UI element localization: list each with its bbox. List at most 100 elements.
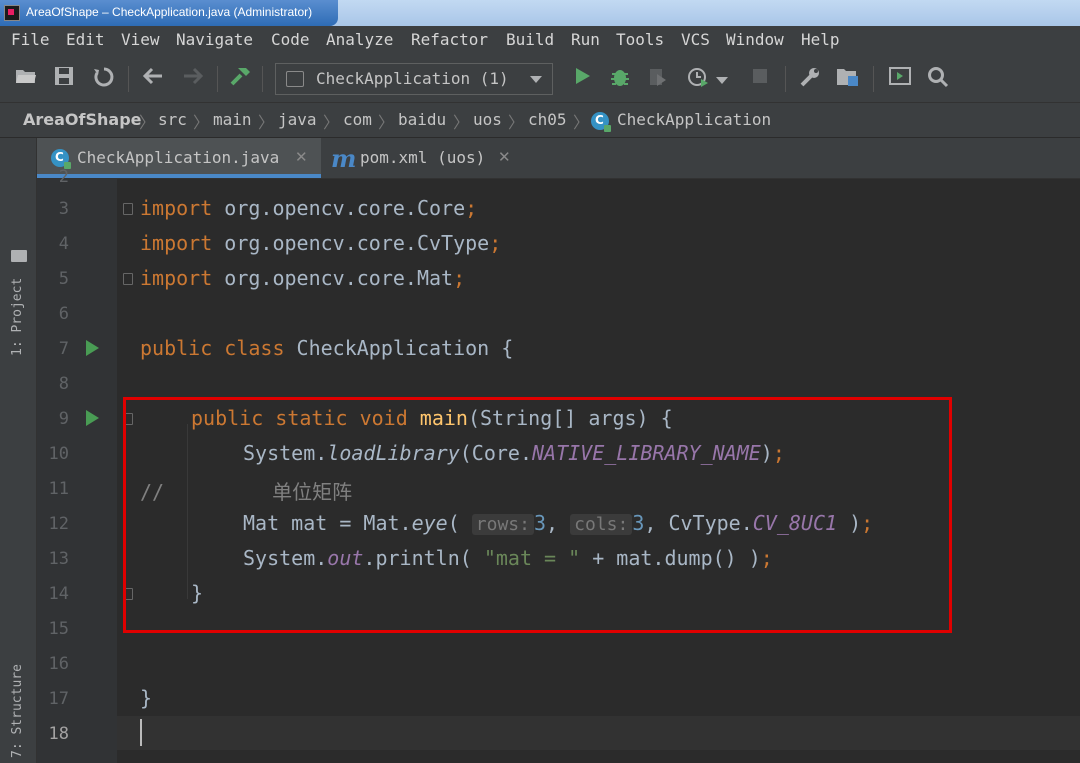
editor-gutter xyxy=(37,179,117,763)
chevron-right-icon: 〉 xyxy=(453,113,470,132)
chevron-right-icon: 〉 xyxy=(573,113,590,132)
run-main-gutter-icon[interactable] xyxy=(86,410,99,426)
annotation-highlight-box xyxy=(123,397,952,633)
window-title-bar: AreaOfShape – CheckApplication.java (Adm… xyxy=(0,0,1080,26)
chevron-right-icon: 〉 xyxy=(139,113,156,132)
close-icon[interactable]: ✕ xyxy=(295,148,308,166)
line-number: 3 xyxy=(58,199,69,219)
open-folder-icon[interactable] xyxy=(14,66,38,90)
line-number: 13 xyxy=(48,549,69,569)
forward-icon[interactable] xyxy=(181,66,205,90)
line-number: 12 xyxy=(48,514,69,534)
breadcrumb-java[interactable]: java xyxy=(278,110,317,129)
line-number: 2 xyxy=(58,167,69,187)
menu-bar: File Edit View Navigate Code Analyze Ref… xyxy=(0,26,1080,54)
sync-icon[interactable] xyxy=(92,66,116,90)
profiler-dropdown-caret-icon[interactable] xyxy=(714,66,730,90)
title-bar-active-area: AreaOfShape – CheckApplication.java (Adm… xyxy=(0,0,338,26)
code-line-5: import org.opencv.core.Mat; xyxy=(140,266,466,290)
java-class-icon xyxy=(51,149,71,169)
window-title: AreaOfShape – CheckApplication.java (Adm… xyxy=(26,5,313,19)
line-number: 14 xyxy=(48,584,69,604)
menu-analyze[interactable]: Analyze xyxy=(326,30,393,49)
menu-edit[interactable]: Edit xyxy=(66,30,105,49)
project-tool-button[interactable]: 1: Project xyxy=(10,278,25,356)
line-number-current: 18 xyxy=(48,724,69,744)
line-number: 8 xyxy=(58,374,69,394)
chevron-right-icon: 〉 xyxy=(323,113,340,132)
tab-label: CheckApplication.java xyxy=(77,148,280,167)
project-folder-icon xyxy=(11,250,27,262)
search-icon[interactable] xyxy=(926,66,950,90)
fold-marker-icon[interactable] xyxy=(123,273,133,285)
code-line-17: } xyxy=(140,686,153,710)
code-line-3: import org.opencv.core.Core; xyxy=(140,196,478,220)
menu-tools[interactable]: Tools xyxy=(616,30,664,49)
run-icon[interactable] xyxy=(570,66,594,90)
menu-build[interactable]: Build xyxy=(506,30,554,49)
chevron-right-icon: 〉 xyxy=(193,113,210,132)
save-icon[interactable] xyxy=(52,66,76,90)
text-caret xyxy=(140,719,142,746)
code-line-7: public class CheckApplication { xyxy=(140,336,514,360)
breadcrumb-uos[interactable]: uos xyxy=(473,110,502,129)
chevron-right-icon: 〉 xyxy=(258,113,275,132)
line-number: 11 xyxy=(48,479,69,499)
chevron-down-icon xyxy=(530,76,542,83)
run-class-gutter-icon[interactable] xyxy=(86,340,99,356)
run-configuration-selector[interactable]: CheckApplication (1) xyxy=(275,63,553,95)
left-tool-window-strip: 1: Project 7: Structure xyxy=(0,138,37,763)
navigation-breadcrumb: AreaOfShape 〉 src 〉 main 〉 java 〉 com 〉 … xyxy=(0,103,1080,138)
chevron-right-icon: 〉 xyxy=(378,113,395,132)
breadcrumb-baidu[interactable]: baidu xyxy=(398,110,446,129)
menu-help[interactable]: Help xyxy=(801,30,840,49)
fold-marker-icon[interactable] xyxy=(123,203,133,215)
tab-checkapplication-java[interactable]: CheckApplication.java ✕ xyxy=(37,138,321,178)
breadcrumb-main[interactable]: main xyxy=(213,110,252,129)
java-class-icon xyxy=(591,112,611,132)
line-number: 4 xyxy=(58,234,69,254)
breadcrumb-ch05[interactable]: ch05 xyxy=(528,110,567,129)
close-icon[interactable]: ✕ xyxy=(498,148,511,166)
menu-navigate[interactable]: Navigate xyxy=(176,30,253,49)
stop-icon[interactable] xyxy=(748,66,772,90)
tab-pom-xml[interactable]: m pom.xml (uos) ✕ xyxy=(321,138,521,178)
project-structure-icon[interactable] xyxy=(836,66,860,90)
menu-refactor[interactable]: Refactor xyxy=(411,30,488,49)
breadcrumb-class[interactable]: CheckApplication xyxy=(617,110,771,129)
menu-file[interactable]: File xyxy=(11,30,50,49)
run-config-icon xyxy=(286,71,304,87)
run-console-icon[interactable] xyxy=(888,66,912,90)
line-number: 7 xyxy=(58,339,69,359)
build-hammer-icon[interactable] xyxy=(229,66,253,90)
breadcrumb-src[interactable]: src xyxy=(158,110,187,129)
chevron-right-icon: 〉 xyxy=(508,113,525,132)
line-number: 6 xyxy=(58,304,69,324)
debug-bug-icon[interactable] xyxy=(608,66,632,90)
current-line-highlight xyxy=(117,716,1080,750)
menu-view[interactable]: View xyxy=(121,30,160,49)
line-number: 9 xyxy=(58,409,69,429)
menu-code[interactable]: Code xyxy=(271,30,310,49)
maven-icon: m xyxy=(331,144,357,173)
breadcrumb-project[interactable]: AreaOfShape xyxy=(23,110,142,129)
menu-window[interactable]: Window xyxy=(726,30,784,49)
line-number: 5 xyxy=(58,269,69,289)
tab-label: pom.xml (uos) xyxy=(360,148,486,167)
structure-tool-button[interactable]: 7: Structure xyxy=(10,664,25,758)
line-number: 10 xyxy=(48,444,69,464)
code-line-4: import org.opencv.core.CvType; xyxy=(140,231,502,255)
intellij-app-icon xyxy=(4,5,20,21)
line-number: 16 xyxy=(48,654,69,674)
settings-wrench-icon[interactable] xyxy=(798,66,822,90)
editor-tab-bar: CheckApplication.java ✕ m pom.xml (uos) … xyxy=(37,138,1080,179)
line-number: 17 xyxy=(48,689,69,709)
coverage-icon[interactable] xyxy=(646,66,670,90)
menu-vcs[interactable]: VCS xyxy=(681,30,710,49)
run-configuration-label: CheckApplication (1) xyxy=(316,69,509,88)
breadcrumb-com[interactable]: com xyxy=(343,110,372,129)
main-toolbar: CheckApplication (1) xyxy=(0,54,1080,103)
profiler-icon[interactable] xyxy=(686,66,710,90)
back-icon[interactable] xyxy=(141,66,165,90)
menu-run[interactable]: Run xyxy=(571,30,600,49)
